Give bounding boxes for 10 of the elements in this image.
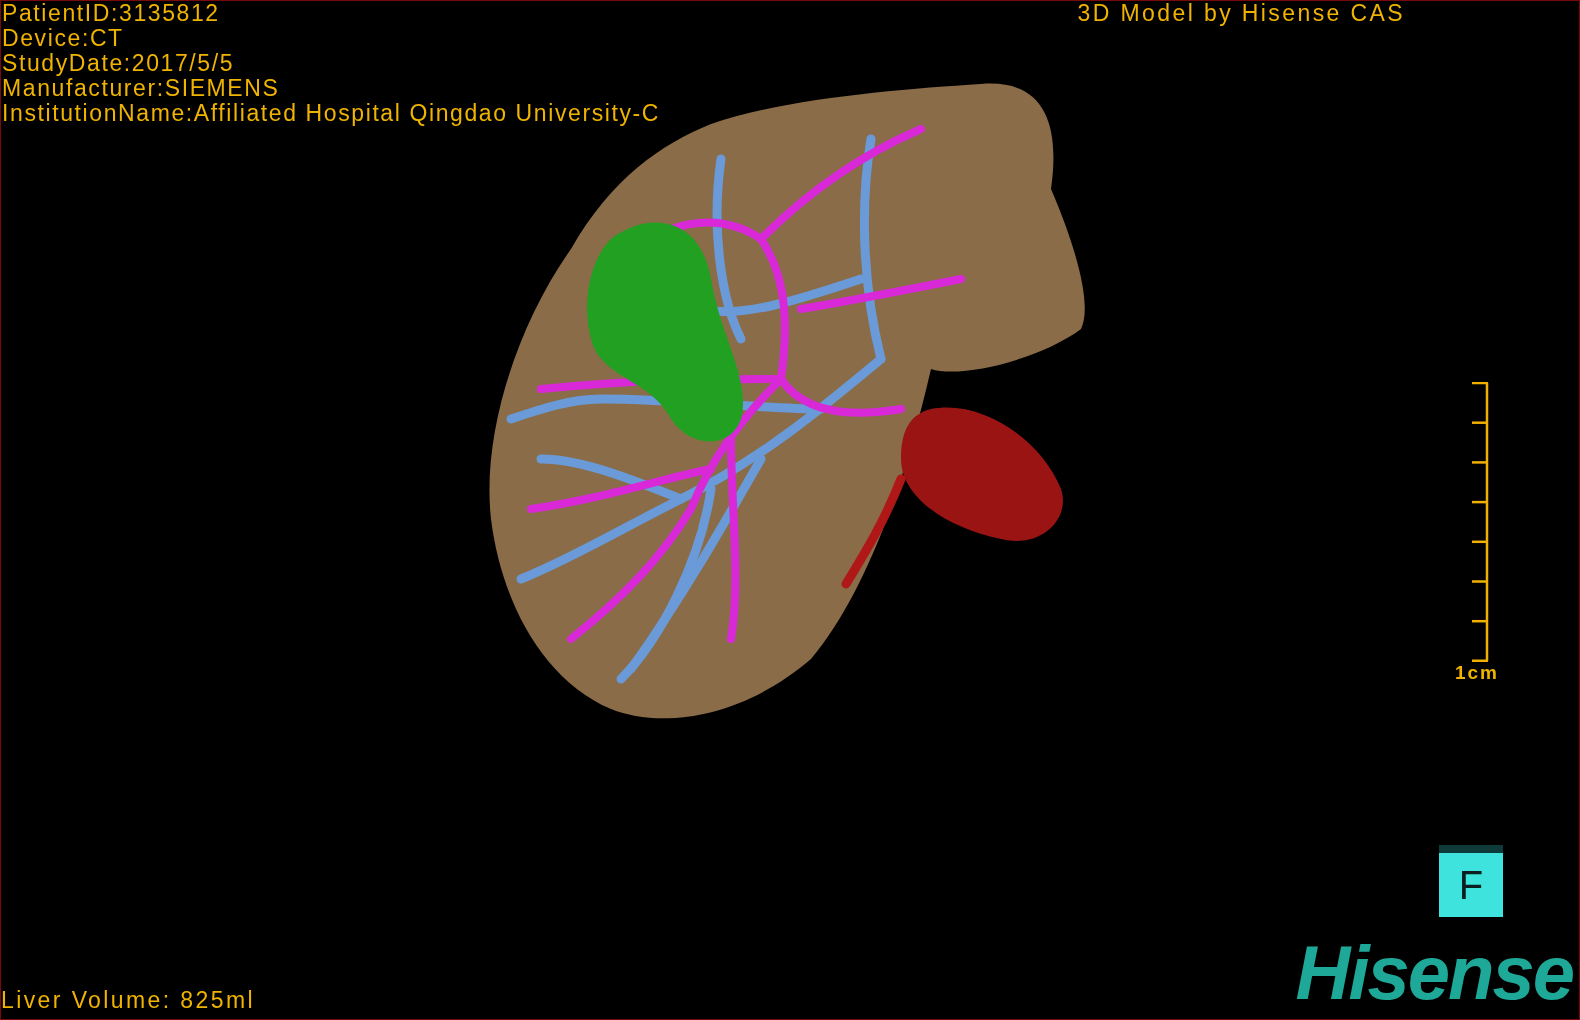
orientation-cube[interactable]: F [1439, 845, 1503, 917]
brand-logo: Hisense [1295, 939, 1573, 1007]
model-credit: 3D Model by Hisense CAS [1077, 1, 1405, 26]
study-info-line: InstitutionName:Affiliated Hospital Qingdao University-C [2, 101, 661, 126]
study-info-line: PatientID:3135812 [2, 1, 221, 26]
study-info-line: Manufacturer:SIEMENS [2, 76, 281, 101]
scale-bar-label: 1cm [1454, 662, 1499, 684]
liver-volume-readout: Liver Volume: 825ml [1, 988, 255, 1013]
study-info-line: StudyDate:2017/5/5 [2, 51, 236, 76]
study-info-line: Device:CT [2, 26, 125, 51]
